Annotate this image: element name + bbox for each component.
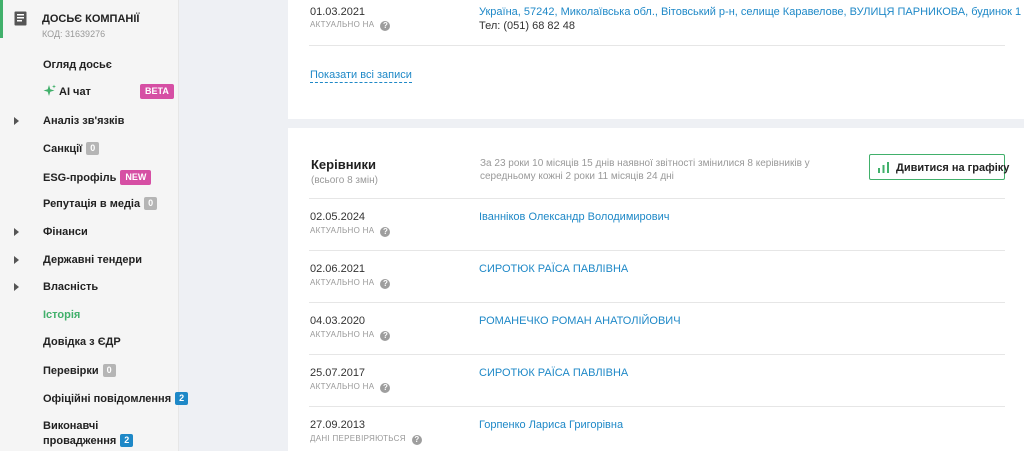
beta-badge: BETA	[140, 84, 174, 99]
sidebar-item-connections[interactable]: Аналіз зв'язків	[0, 112, 179, 132]
sidebar-item-label: Державні тендери	[43, 254, 142, 266]
sidebar-item-label: Довідка з ЄДР	[43, 336, 121, 348]
sparkle-icon	[43, 84, 56, 96]
count-badge: 0	[86, 142, 100, 155]
count-badge: 2	[175, 392, 189, 405]
chevron-right-icon	[14, 117, 19, 125]
phone-number: Тел: (051) 68 82 48	[479, 20, 575, 32]
sidebar-item-finance[interactable]: Фінанси	[0, 223, 179, 243]
dossier-title: ДОСЬЄ КОМПАНІЇ	[42, 13, 140, 25]
sidebar-item-label: Виконавчі провадження 2	[43, 419, 134, 449]
sidebar-item-tenders[interactable]: Державні тендери	[0, 251, 179, 271]
view-chart-label: Дивитися на графіку	[896, 162, 1010, 174]
sidebar-item-overview[interactable]: Огляд досьє	[0, 56, 179, 76]
count-badge: 0	[144, 197, 158, 210]
help-icon[interactable]: ?	[380, 279, 391, 289]
count-badge: 0	[102, 364, 116, 377]
help-icon[interactable]: ?	[380, 331, 391, 341]
divider	[309, 250, 1005, 251]
director-name-link[interactable]: СИРОТЮК РАЇСА ПАВЛІВНА	[479, 367, 628, 379]
company-code: КОД: 31639276	[42, 29, 106, 39]
sidebar-item-inspections[interactable]: Перевірки 0	[0, 361, 179, 381]
director-name-link[interactable]: Іванніков Олександр Володимирович	[479, 211, 670, 223]
record-date: 01.03.2021	[310, 6, 366, 18]
director-name-link[interactable]: РОМАНЕЧКО РОМАН АНАТОЛІЙОВИЧ	[479, 315, 681, 327]
count-badge: 2	[120, 434, 134, 447]
address-link[interactable]: Україна, 57242, Миколаївська обл., Вітов…	[479, 6, 1021, 18]
help-icon[interactable]: ?	[380, 227, 391, 237]
divider	[309, 45, 1005, 46]
sidebar-item-sanctions[interactable]: Санкції 0	[0, 139, 179, 159]
record-date: 27.09.2013	[310, 419, 366, 431]
sidebar-item-label: Фінанси	[43, 226, 88, 238]
chevron-right-icon	[14, 283, 19, 291]
divider	[309, 406, 1005, 407]
sidebar-item-enforcement[interactable]: Виконавчі провадження 2	[0, 416, 179, 448]
sidebar-item-esg[interactable]: ESG-профіль NEW	[0, 167, 179, 187]
status-label: ДАНІ ПЕРЕВІРЯЮТЬСЯ?	[310, 434, 422, 445]
sidebar-item-label: Власність	[43, 281, 99, 293]
status-label: АКТУАЛЬНО НА?	[310, 226, 391, 237]
sidebar-item-label: Санкції 0	[43, 142, 100, 155]
sidebar-item-history[interactable]: Історія	[0, 306, 179, 326]
sidebar-item-label: Історія	[43, 309, 81, 321]
record-date: 02.06.2021	[310, 263, 366, 275]
sidebar-item-label: Перевірки 0	[43, 364, 116, 377]
sidebar-item-label: ESG-профіль NEW	[43, 170, 152, 185]
section-title: Керівники	[311, 157, 377, 172]
record-date: 25.07.2017	[310, 367, 366, 379]
directors-summary: За 23 роки 10 місяців 15 днів наявної зв…	[480, 158, 810, 182]
divider	[309, 198, 1005, 199]
active-indicator	[0, 0, 3, 38]
help-icon[interactable]: ?	[380, 383, 391, 393]
section-subtitle: (всього 8 змін)	[311, 175, 378, 186]
sidebar-item-label: Огляд досьє	[43, 59, 112, 71]
sidebar-item-ai-chat[interactable]: AI чат BETA	[0, 83, 179, 103]
director-name-link[interactable]: Горпенко Лариса Григорівна	[479, 419, 623, 431]
new-badge: NEW	[120, 170, 152, 185]
chevron-right-icon	[14, 256, 19, 264]
sidebar: ДОСЬЄ КОМПАНІЇ КОД: 31639276 Огляд досьє…	[0, 0, 189, 451]
record-date: 02.05.2024	[310, 211, 366, 223]
status-label: АКТУАЛЬНО НА?	[310, 20, 391, 31]
director-name-link[interactable]: СИРОТЮК РАЇСА ПАВЛІВНА	[479, 263, 628, 275]
status-label: АКТУАЛЬНО НА?	[310, 278, 391, 289]
document-icon	[14, 11, 27, 26]
sidebar-item-label: Аналіз зв'язків	[43, 115, 125, 127]
view-chart-button[interactable]: Дивитися на графіку	[869, 154, 1009, 180]
sidebar-item-property[interactable]: Власність	[0, 278, 179, 298]
record-date: 04.03.2020	[310, 315, 366, 327]
sidebar-item-edr-certificate[interactable]: Довідка з ЄДР	[0, 333, 179, 353]
help-icon[interactable]: ?	[411, 435, 422, 445]
sidebar-item-label: AI чат	[59, 86, 91, 98]
show-all-records-link[interactable]: Показати всі записи	[310, 69, 412, 83]
sidebar-item-label: Офіційні повідомлення 2	[43, 392, 189, 405]
help-icon[interactable]: ?	[380, 21, 391, 31]
sidebar-item-official-notices[interactable]: Офіційні повідомлення 2	[0, 389, 189, 409]
status-label: АКТУАЛЬНО НА?	[310, 330, 391, 341]
status-label: АКТУАЛЬНО НА?	[310, 382, 391, 393]
divider	[309, 302, 1005, 303]
sidebar-item-label: Репутація в медіа 0	[43, 197, 158, 210]
sidebar-item-media-reputation[interactable]: Репутація в медіа 0	[0, 194, 179, 214]
chevron-right-icon	[14, 228, 19, 236]
bar-chart-icon	[878, 162, 889, 173]
divider	[309, 354, 1005, 355]
